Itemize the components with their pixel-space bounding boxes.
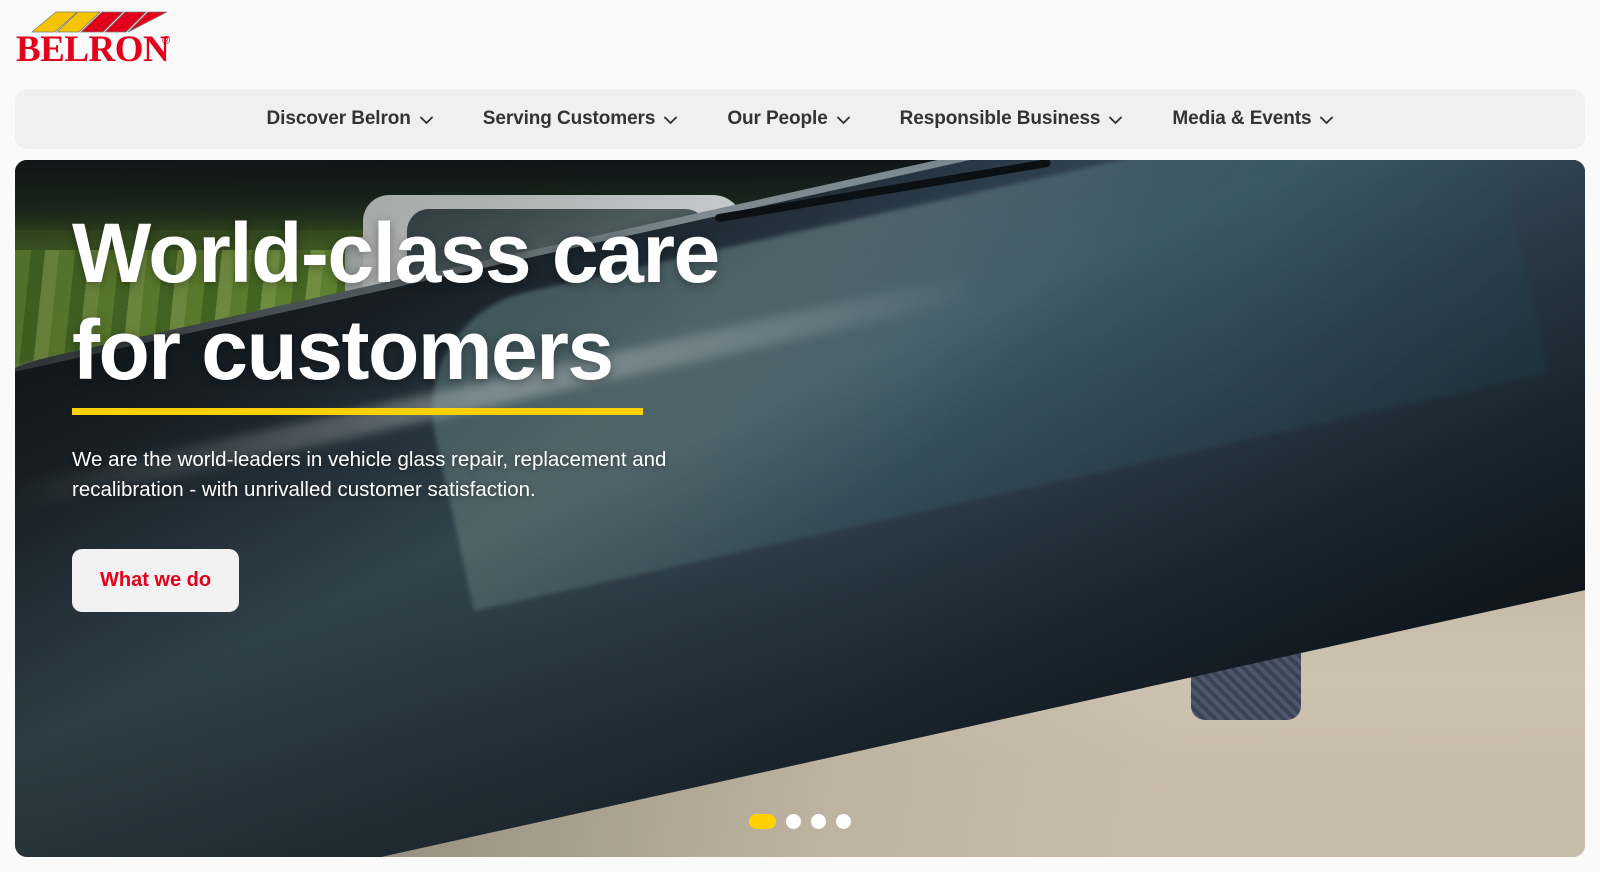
hero-accent-rule — [72, 408, 643, 415]
hero-carousel: CARGLASS — [15, 160, 1585, 857]
chevron-down-icon — [836, 116, 850, 124]
hero-title: World-class care for customers — [72, 205, 832, 399]
page-root: BELRON ® Discover Belron Serving Custome… — [0, 0, 1600, 872]
nav-item-serving-customers[interactable]: Serving Customers — [458, 102, 703, 136]
carousel-dot-1[interactable] — [749, 814, 776, 829]
chevron-down-icon — [1109, 116, 1123, 124]
chevron-down-icon — [419, 116, 433, 124]
what-we-do-button[interactable]: What we do — [72, 549, 240, 612]
nav-item-media-and-events[interactable]: Media & Events — [1147, 102, 1358, 136]
nav-item-label: Serving Customers — [482, 108, 656, 129]
carousel-dot-3[interactable] — [811, 814, 826, 829]
carousel-dot-2[interactable] — [786, 814, 801, 829]
nav-item-label: Our People — [727, 108, 828, 129]
nav-item-our-people[interactable]: Our People — [702, 102, 874, 136]
chevron-down-icon — [664, 116, 678, 124]
registered-trademark-icon: ® — [162, 35, 171, 47]
hero-subtitle: We are the world-leaders in vehicle glas… — [72, 448, 667, 501]
nav-item-label: Media & Events — [1172, 108, 1312, 129]
main-navigation: Discover Belron Serving Customers Our Pe… — [15, 89, 1585, 149]
carousel-dot-4[interactable] — [836, 814, 851, 829]
belron-wordmark: BELRON — [16, 29, 170, 70]
hero-title-line-2: for customers — [72, 303, 614, 397]
nav-item-responsible-business[interactable]: Responsible Business — [875, 102, 1148, 136]
carousel-indicators — [15, 814, 1585, 829]
hero-title-line-1: World-class care — [72, 206, 720, 300]
nav-item-label: Responsible Business — [899, 108, 1101, 129]
nav-item-label: Discover Belron — [266, 108, 411, 129]
nav-item-discover-belron[interactable]: Discover Belron — [242, 102, 458, 136]
hero-content: World-class care for customers We are th… — [72, 205, 832, 612]
chevron-down-icon — [1320, 116, 1334, 124]
belron-logo[interactable]: BELRON ® — [16, 11, 186, 69]
site-header: BELRON ® — [0, 0, 1600, 82]
